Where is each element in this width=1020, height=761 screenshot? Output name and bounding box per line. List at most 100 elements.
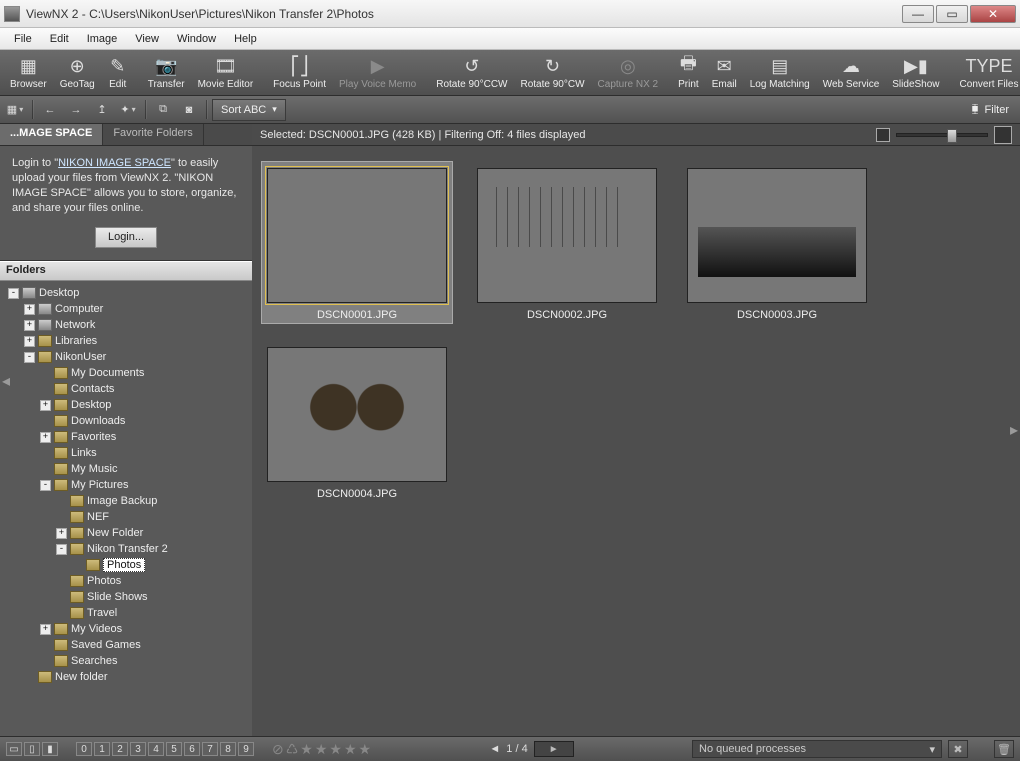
star-icon[interactable]: ★: [300, 741, 313, 758]
thumbnail[interactable]: DSCN0003.JPG: [682, 162, 872, 323]
tool-log-matching[interactable]: ▤Log Matching: [744, 53, 816, 93]
menu-help[interactable]: Help: [226, 31, 265, 47]
label-button-6[interactable]: 6: [184, 742, 200, 756]
play-button[interactable]: ►: [534, 741, 574, 757]
footer-view-2[interactable]: ▯: [24, 742, 40, 756]
tree-node[interactable]: Saved Games: [2, 637, 250, 653]
menu-window[interactable]: Window: [169, 31, 224, 47]
expand-toggle[interactable]: -: [24, 352, 35, 363]
label-button-7[interactable]: 7: [202, 742, 218, 756]
expand-toggle[interactable]: +: [24, 320, 35, 331]
tool-web-service[interactable]: ☁Web Service: [817, 53, 886, 93]
nav-up-button[interactable]: ↥: [90, 99, 114, 121]
maximize-button[interactable]: ▭: [936, 5, 968, 23]
menu-view[interactable]: View: [127, 31, 167, 47]
trash-button[interactable]: 🗑: [994, 740, 1014, 758]
tree-node[interactable]: +My Videos: [2, 621, 250, 637]
trash-rating-icon[interactable]: ♺: [286, 741, 299, 758]
expand-toggle[interactable]: +: [40, 624, 51, 635]
slider-knob[interactable]: [947, 129, 957, 143]
tree-node[interactable]: Photos: [2, 557, 250, 573]
tree-node[interactable]: +Favorites: [2, 429, 250, 445]
expand-toggle[interactable]: +: [40, 432, 51, 443]
login-button[interactable]: Login...: [95, 227, 157, 248]
tree-node[interactable]: -NikonUser: [2, 349, 250, 365]
star-icon[interactable]: ★: [359, 741, 372, 758]
tool-rotate-cw[interactable]: ↻Rotate 90°CW: [515, 53, 591, 93]
process-queue[interactable]: No queued processes ▾: [692, 740, 942, 758]
tool-email[interactable]: ✉Email: [706, 53, 743, 93]
expand-toggle[interactable]: +: [40, 400, 51, 411]
menu-image[interactable]: Image: [79, 31, 126, 47]
label-button-1[interactable]: 1: [94, 742, 110, 756]
tree-node[interactable]: Downloads: [2, 413, 250, 429]
thumbnail[interactable]: DSCN0002.JPG: [472, 162, 662, 323]
tree-node[interactable]: -Nikon Transfer 2: [2, 541, 250, 557]
sort-button[interactable]: Sort ABC: [212, 99, 286, 121]
tool-slideshow[interactable]: ▶▮SlideShow: [886, 53, 945, 93]
thumb-size-slider[interactable]: [896, 133, 988, 137]
tool-focus-point[interactable]: ⎡⎦Focus Point: [267, 53, 332, 93]
expand-toggle[interactable]: -: [40, 480, 51, 491]
tree-node[interactable]: New folder: [2, 669, 250, 685]
menu-edit[interactable]: Edit: [42, 31, 77, 47]
label-button-5[interactable]: 5: [166, 742, 182, 756]
tree-node[interactable]: Travel: [2, 605, 250, 621]
favorite-folders-button[interactable]: ✦: [116, 99, 140, 121]
nav-forward-button[interactable]: →: [64, 99, 88, 121]
thumbnail-area[interactable]: DSCN0001.JPGDSCN0002.JPGDSCN0003.JPG DSCN…: [252, 146, 1020, 736]
cancel-queue-button[interactable]: ✖: [948, 740, 968, 758]
label-button-0[interactable]: 0: [76, 742, 92, 756]
tree-node[interactable]: Image Backup: [2, 493, 250, 509]
tool-geotag[interactable]: ⊕GeoTag: [54, 53, 101, 93]
minimize-button[interactable]: —: [902, 5, 934, 23]
star-icon[interactable]: ★: [344, 741, 357, 758]
tool-transfer[interactable]: 📷Transfer: [142, 53, 191, 93]
tree-node[interactable]: My Music: [2, 461, 250, 477]
tool-edit[interactable]: ✎Edit: [102, 53, 134, 93]
copy-button[interactable]: ⧉: [151, 99, 175, 121]
tree-node[interactable]: Links: [2, 445, 250, 461]
thumbnail[interactable]: DSCN0004.JPG: [262, 341, 452, 502]
label-button-8[interactable]: 8: [220, 742, 236, 756]
tree-node[interactable]: -Desktop: [2, 285, 250, 301]
tree-node[interactable]: NEF: [2, 509, 250, 525]
tree-node[interactable]: +Libraries: [2, 333, 250, 349]
label-button-2[interactable]: 2: [112, 742, 128, 756]
tool-print[interactable]: 🖶Print: [672, 53, 705, 93]
tree-node[interactable]: Photos: [2, 573, 250, 589]
expand-toggle[interactable]: +: [24, 336, 35, 347]
thumbnail[interactable]: DSCN0001.JPG: [262, 162, 452, 323]
tree-node[interactable]: +Network: [2, 317, 250, 333]
label-button-9[interactable]: 9: [238, 742, 254, 756]
tab-image-space[interactable]: ...MAGE SPACE: [0, 124, 103, 145]
thumb-small-button[interactable]: [876, 128, 890, 142]
tree-node[interactable]: Contacts: [2, 381, 250, 397]
expand-toggle[interactable]: +: [56, 528, 67, 539]
expand-toggle[interactable]: -: [56, 544, 67, 555]
close-button[interactable]: ✕: [970, 5, 1016, 23]
tool-rotate-ccw[interactable]: ↺Rotate 90°CCW: [430, 53, 513, 93]
star-icon[interactable]: ★: [315, 741, 328, 758]
label-button-4[interactable]: 4: [148, 742, 164, 756]
tool-movie-editor[interactable]: 🎞Movie Editor: [192, 53, 260, 93]
tool-convert-files[interactable]: TYPEConvert Files: [954, 53, 1020, 93]
image-space-link[interactable]: NIKON IMAGE SPACE: [58, 157, 171, 169]
clear-rating-icon[interactable]: ⊘: [272, 741, 284, 758]
tree-node[interactable]: +Computer: [2, 301, 250, 317]
tree-node[interactable]: My Documents: [2, 365, 250, 381]
footer-view-3[interactable]: ▮: [42, 742, 58, 756]
star-icon[interactable]: ★: [329, 741, 342, 758]
tab-favorite-folders[interactable]: Favorite Folders: [103, 124, 203, 145]
filter-button[interactable]: ⧯Filter: [964, 99, 1017, 121]
tree-node[interactable]: Slide Shows: [2, 589, 250, 605]
prev-button[interactable]: ◄: [489, 743, 500, 755]
tree-node[interactable]: +Desktop: [2, 397, 250, 413]
tree-node[interactable]: -My Pictures: [2, 477, 250, 493]
expand-toggle[interactable]: +: [24, 304, 35, 315]
camera-button[interactable]: ◙: [177, 99, 201, 121]
nav-back-button[interactable]: ←: [38, 99, 62, 121]
label-button-3[interactable]: 3: [130, 742, 146, 756]
tree-node[interactable]: Searches: [2, 653, 250, 669]
folder-tree-container[interactable]: -Desktop+Computer+Network+Libraries-Niko…: [0, 281, 252, 736]
